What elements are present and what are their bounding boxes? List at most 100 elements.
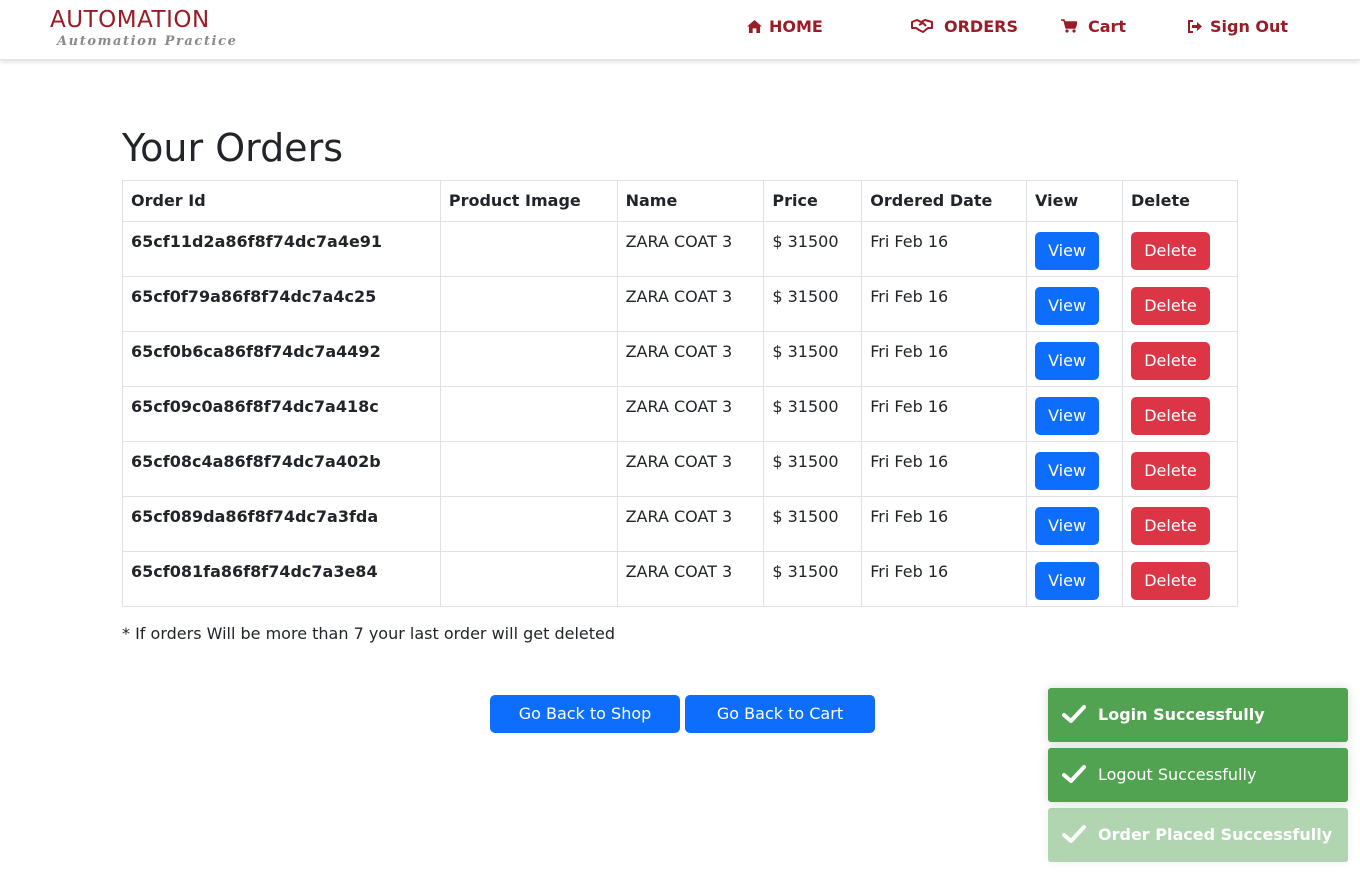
product-name-cell: ZARA COAT 3: [616, 496, 765, 552]
delete-cell: Delete: [1122, 441, 1238, 497]
page-title: Your Orders: [122, 126, 343, 170]
table-row: 65cf0b6ca86f8f74dc7a4492 ZARA COAT 3 $ 3…: [122, 331, 1238, 387]
table-row: 65cf11d2a86f8f74dc7a4e91 ZARA COAT 3 $ 3…: [122, 221, 1238, 277]
product-name-cell: ZARA COAT 3: [616, 441, 765, 497]
go-back-to-shop-button[interactable]: Go Back to Shop: [490, 695, 680, 733]
nav-cart-label: Cart: [1088, 16, 1127, 36]
home-icon: [747, 19, 762, 33]
view-cell: View: [1026, 276, 1123, 332]
order-id-cell: 65cf089da86f8f74dc7a3fda: [122, 496, 441, 552]
order-id-cell: 65cf0b6ca86f8f74dc7a4492: [122, 331, 441, 387]
order-id-cell: 65cf081fa86f8f74dc7a3e84: [122, 551, 441, 607]
table-row: 65cf08c4a86f8f74dc7a402b ZARA COAT 3 $ 3…: [122, 441, 1238, 497]
delete-button[interactable]: Delete: [1131, 507, 1210, 545]
nav-orders-label: ORDERS: [944, 16, 1018, 36]
ordered-date-cell: Fri Feb 16: [861, 276, 1028, 332]
price-cell: $ 31500: [763, 551, 863, 607]
delete-cell: Delete: [1122, 386, 1238, 442]
column-header-order-id: Order Id: [122, 180, 441, 222]
ordered-date-cell: Fri Feb 16: [861, 386, 1028, 442]
view-cell: View: [1026, 386, 1123, 442]
order-id-cell: 65cf08c4a86f8f74dc7a402b: [122, 441, 441, 497]
order-id-cell: 65cf0f79a86f8f74dc7a4c25: [122, 276, 441, 332]
view-button[interactable]: View: [1035, 452, 1100, 490]
product-name-cell: ZARA COAT 3: [616, 276, 765, 332]
table-row: 65cf089da86f8f74dc7a3fda ZARA COAT 3 $ 3…: [122, 496, 1238, 552]
order-id-cell: 65cf11d2a86f8f74dc7a4e91: [122, 221, 441, 277]
view-button[interactable]: View: [1035, 232, 1100, 270]
view-cell: View: [1026, 441, 1123, 497]
order-id-cell: 65cf09c0a86f8f74dc7a418c: [122, 386, 441, 442]
brand-subtitle: Automation Practice: [57, 34, 238, 49]
product-name-cell: ZARA COAT 3: [616, 551, 765, 607]
delete-button[interactable]: Delete: [1131, 562, 1210, 600]
view-button[interactable]: View: [1035, 562, 1100, 600]
view-cell: View: [1026, 496, 1123, 552]
check-icon: [1062, 824, 1086, 848]
delete-button[interactable]: Delete: [1131, 397, 1210, 435]
product-image-cell: [439, 331, 618, 387]
view-button[interactable]: View: [1035, 287, 1100, 325]
column-header-product-image: Product Image: [439, 180, 618, 222]
view-cell: View: [1026, 551, 1123, 607]
nav-signout-label: Sign Out: [1210, 16, 1289, 36]
ordered-date-cell: Fri Feb 16: [861, 331, 1028, 387]
order-limit-note: * If orders Will be more than 7 your las…: [122, 624, 616, 643]
nav-home-button[interactable]: HOME: [747, 16, 823, 36]
nav-cart-button[interactable]: Cart: [1061, 16, 1126, 36]
product-image-cell: [439, 386, 618, 442]
product-image-cell: [439, 276, 618, 332]
price-cell: $ 31500: [763, 331, 863, 387]
table-row: 65cf0f79a86f8f74dc7a4c25 ZARA COAT 3 $ 3…: [122, 276, 1238, 332]
product-name-cell: ZARA COAT 3: [616, 386, 765, 442]
view-button[interactable]: View: [1035, 342, 1100, 380]
product-image-cell: [439, 441, 618, 497]
view-button[interactable]: View: [1035, 397, 1100, 435]
delete-cell: Delete: [1122, 331, 1238, 387]
table-row: 65cf09c0a86f8f74dc7a418c ZARA COAT 3 $ 3…: [122, 386, 1238, 442]
toast-login-success[interactable]: Login Successfully: [1048, 688, 1348, 742]
price-cell: $ 31500: [763, 496, 863, 552]
column-header-price: Price: [763, 180, 863, 222]
view-button[interactable]: View: [1035, 507, 1100, 545]
price-cell: $ 31500: [763, 386, 863, 442]
delete-cell: Delete: [1122, 276, 1238, 332]
toast-message: Order Placed Successfully: [1098, 825, 1333, 844]
column-header-view: View: [1026, 180, 1123, 222]
toast-logout-success[interactable]: Logout Successfully: [1048, 748, 1348, 802]
column-header-delete: Delete: [1122, 180, 1238, 222]
delete-button[interactable]: Delete: [1131, 452, 1210, 490]
check-icon: [1062, 704, 1086, 728]
ordered-date-cell: Fri Feb 16: [861, 551, 1028, 607]
delete-cell: Delete: [1122, 551, 1238, 607]
handshake-icon: [911, 19, 933, 33]
table-row: 65cf081fa86f8f74dc7a3e84 ZARA COAT 3 $ 3…: [122, 551, 1238, 607]
product-image-cell: [439, 496, 618, 552]
view-cell: View: [1026, 221, 1123, 277]
delete-button[interactable]: Delete: [1131, 287, 1210, 325]
delete-button[interactable]: Delete: [1131, 342, 1210, 380]
product-image-cell: [439, 221, 618, 277]
toast-message: Login Successfully: [1098, 705, 1265, 724]
price-cell: $ 31500: [763, 441, 863, 497]
table-header-row: Order Id Product Image Name Price Ordere…: [122, 180, 1238, 222]
nav-home-label: HOME: [769, 16, 823, 36]
nav-orders-button[interactable]: ORDERS: [911, 16, 1018, 36]
nav-signout-button[interactable]: Sign Out: [1188, 16, 1288, 36]
sign-out-icon: [1188, 19, 1203, 33]
go-back-to-cart-button[interactable]: Go Back to Cart: [685, 695, 875, 733]
toast-message: Logout Successfully: [1098, 765, 1257, 784]
delete-button[interactable]: Delete: [1131, 232, 1210, 270]
product-image-cell: [439, 551, 618, 607]
ordered-date-cell: Fri Feb 16: [861, 496, 1028, 552]
top-navbar: AUTOMATION Automation Practice HOME ORDE…: [0, 0, 1360, 60]
brand-title: AUTOMATION: [50, 7, 210, 33]
toast-order-placed[interactable]: Order Placed Successfully: [1048, 808, 1348, 862]
price-cell: $ 31500: [763, 221, 863, 277]
check-icon: [1062, 764, 1086, 788]
brand-logo[interactable]: AUTOMATION Automation Practice: [50, 6, 237, 50]
shopping-cart-icon: [1061, 19, 1077, 33]
price-cell: $ 31500: [763, 276, 863, 332]
view-cell: View: [1026, 331, 1123, 387]
product-name-cell: ZARA COAT 3: [616, 221, 765, 277]
